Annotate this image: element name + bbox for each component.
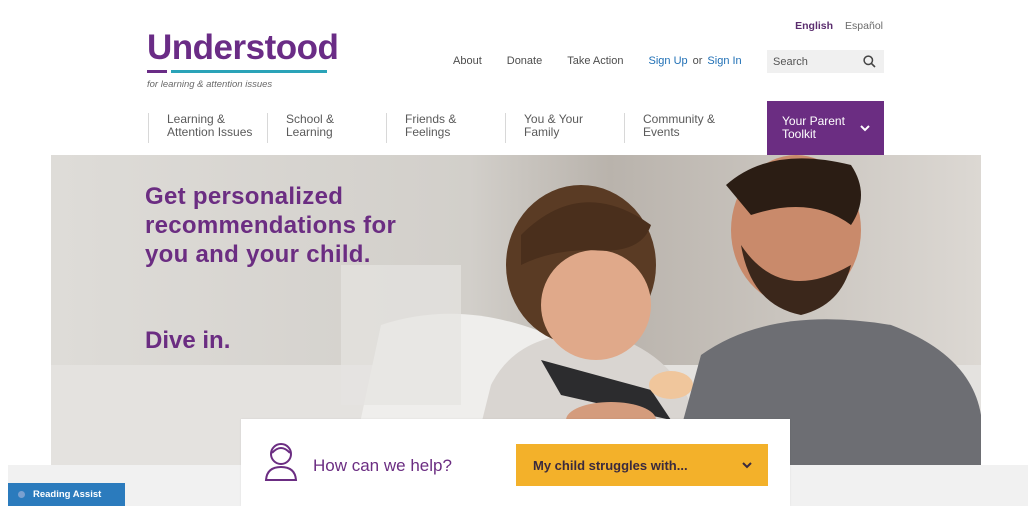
site-logo[interactable]: Understood for learning & attention issu… — [147, 28, 339, 90]
person-icon — [264, 443, 298, 481]
nav-item-friends-feelings[interactable]: Friends & Feelings — [386, 113, 505, 143]
chevron-down-icon — [860, 124, 870, 131]
hero-headline: Get personalized recommendations for you… — [145, 183, 397, 268]
about-link[interactable]: About — [453, 55, 482, 67]
nav-item-parent-toolkit[interactable]: Your Parent Toolkit — [767, 101, 884, 155]
nav-item-learning-attention[interactable]: Learning & Attention Issues — [148, 113, 267, 143]
donate-link[interactable]: Donate — [507, 55, 542, 67]
help-box: How can we help? My child struggles with… — [241, 419, 790, 506]
utility-nav: About Donate Take Action Sign Up or Sign… — [453, 55, 742, 67]
dropdown-label: My child struggles with... — [533, 457, 688, 473]
chevron-down-icon — [742, 461, 752, 468]
language-english[interactable]: English — [795, 20, 833, 32]
struggles-dropdown[interactable]: My child struggles with... — [516, 444, 768, 486]
search-box — [767, 50, 884, 73]
sign-up-link[interactable]: Sign Up — [649, 55, 688, 67]
nav-item-community-events[interactable]: Community & Events — [624, 113, 743, 143]
sign-in-link[interactable]: Sign In — [707, 55, 741, 67]
help-prompt: How can we help? — [313, 456, 452, 475]
reading-assist-label: Reading Assist — [33, 489, 102, 500]
search-icon[interactable] — [863, 55, 876, 68]
take-action-link[interactable]: Take Action — [567, 55, 623, 67]
logo-underline — [147, 70, 327, 73]
language-switcher: English Español — [795, 20, 883, 32]
search-input[interactable] — [773, 55, 853, 68]
logo-tagline: for learning & attention issues — [147, 79, 273, 90]
reading-assist-icon — [18, 491, 25, 498]
language-espanol[interactable]: Español — [845, 20, 883, 32]
main-nav: Learning & Attention Issues School & Learn… — [148, 101, 884, 155]
nav-item-you-family[interactable]: You & Your Family — [505, 113, 624, 143]
logo-wordmark: Understood — [147, 28, 339, 67]
nav-item-school-learning[interactable]: School & Learning — [267, 113, 386, 143]
hero-cta[interactable]: Dive in. — [145, 327, 230, 355]
or-text: or — [692, 55, 703, 67]
reading-assist-button[interactable]: Reading Assist — [8, 483, 125, 506]
